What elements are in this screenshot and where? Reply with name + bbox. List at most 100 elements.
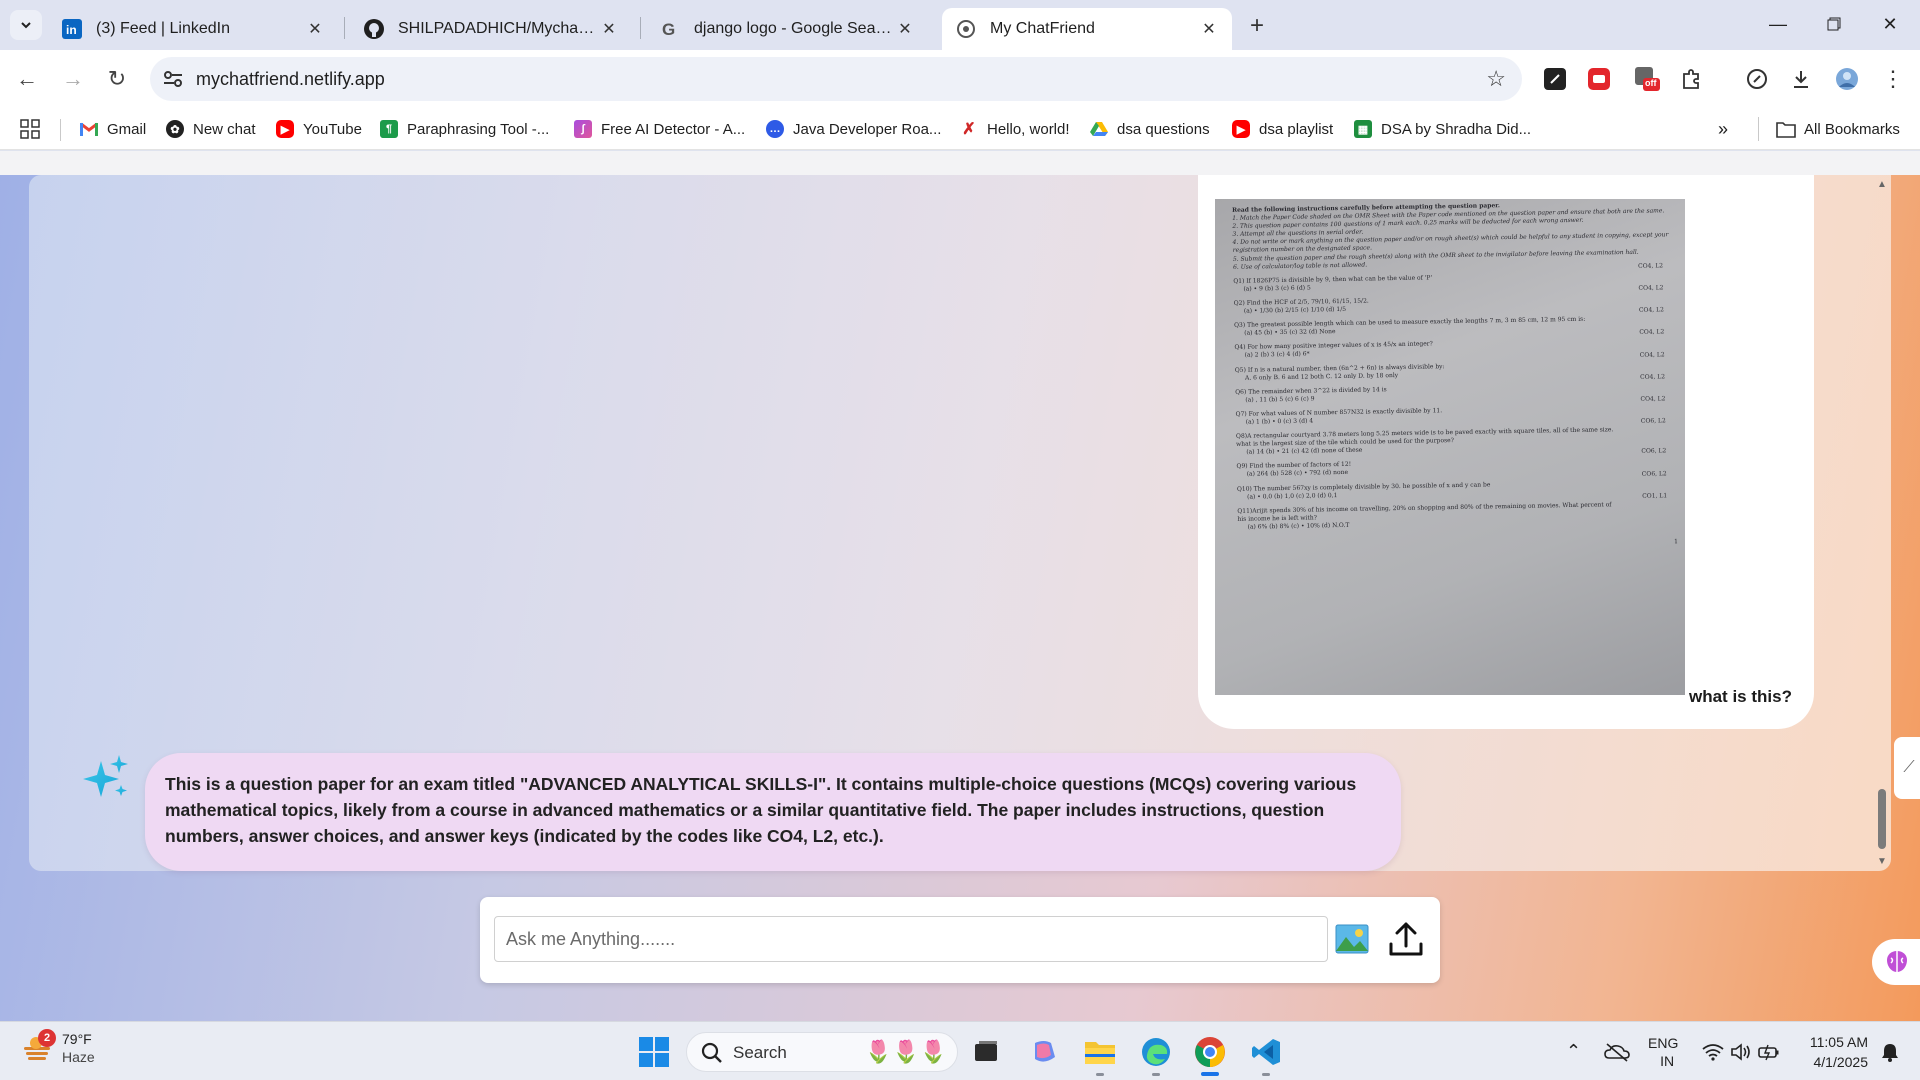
- close-icon[interactable]: ✕: [894, 18, 916, 40]
- onedrive-icon[interactable]: [1604, 1022, 1630, 1080]
- task-view-button[interactable]: [968, 1034, 1004, 1070]
- chrome-button[interactable]: [1192, 1034, 1228, 1070]
- weather-widget[interactable]: 2 79°F Haze: [22, 1029, 95, 1066]
- brain-assistant-icon[interactable]: [1872, 939, 1920, 985]
- image-upload-icon[interactable]: [1334, 921, 1370, 957]
- question-item: CO4, L2 Q3) The greatest possible length …: [1234, 306, 1674, 338]
- tab-github[interactable]: SHILPADADHICH/MychatBot: I ✕: [350, 8, 632, 50]
- chat-page: Read the following instructions carefull…: [0, 151, 1920, 1021]
- tab-google-search[interactable]: G django logo - Google Search ✕: [646, 8, 928, 50]
- file-explorer-button[interactable]: [1082, 1034, 1118, 1070]
- course-outcome-code: CO4, L2: [1638, 262, 1664, 270]
- scrollbar-thumb[interactable]: [1878, 789, 1886, 849]
- restore-button[interactable]: [1806, 0, 1862, 48]
- bookmark-paraphrasing-tool[interactable]: ¶ Paraphrasing Tool -...: [380, 118, 549, 140]
- windows-start-button[interactable]: [636, 1034, 672, 1070]
- weather-badge: 2: [38, 1029, 56, 1047]
- bookmark-java-developer[interactable]: … Java Developer Roa...: [766, 118, 941, 140]
- notifications-icon[interactable]: [1880, 1022, 1900, 1080]
- running-indicator: [1262, 1073, 1270, 1076]
- restore-icon: [1827, 17, 1841, 31]
- extension-off-icon[interactable]: off: [1634, 66, 1660, 92]
- battery-icon[interactable]: [1758, 1022, 1780, 1080]
- chat-scrollbar[interactable]: ▲ ▼: [1874, 175, 1890, 871]
- question-item: CO4, L2 Q7) For what values of N number 8…: [1236, 395, 1676, 427]
- user-message-text: what is this?: [1689, 687, 1792, 706]
- folder-icon: [1085, 1042, 1115, 1064]
- arrow-right-icon: →: [62, 66, 84, 91]
- github-icon: [364, 19, 384, 39]
- close-icon: ✕: [1882, 13, 1898, 34]
- browser-toolbar: ← → ↻ mychatfriend.netlify.app ☆ off ⋮: [0, 50, 1920, 108]
- scroll-up-icon[interactable]: ▲: [1877, 179, 1887, 190]
- apps-grid-button[interactable]: [20, 118, 40, 140]
- volume-icon[interactable]: [1730, 1022, 1752, 1080]
- scroll-down-icon[interactable]: ▼: [1877, 856, 1887, 867]
- side-panel-toggle[interactable]: ⟋: [1894, 737, 1920, 799]
- bookmark-youtube[interactable]: ▶ YouTube: [276, 118, 362, 140]
- tab-search-button[interactable]: [10, 10, 42, 40]
- tulips-icon: 🌷🌷🌷: [864, 1039, 947, 1064]
- bookmark-new-chat[interactable]: ✿ New chat: [166, 118, 256, 140]
- chevron-up-icon: ⌃: [1566, 1041, 1582, 1061]
- minimize-button[interactable]: —: [1750, 0, 1806, 48]
- clock[interactable]: 11:05 AM 4/1/2025: [1800, 1022, 1868, 1080]
- question-item: CO6, L2 Q9) Find the number of factors of…: [1236, 448, 1676, 479]
- taskbar-search-box[interactable]: Search 🌷🌷🌷: [686, 1032, 958, 1072]
- bookmark-star-icon[interactable]: ☆: [1486, 66, 1506, 92]
- copilot-button[interactable]: [1026, 1034, 1062, 1070]
- send-upload-button[interactable]: [1384, 917, 1428, 961]
- bookmark-label: dsa questions: [1117, 120, 1210, 138]
- extension-badge: off: [1645, 78, 1657, 88]
- extension-red-icon[interactable]: [1586, 66, 1612, 92]
- running-indicator: [1152, 1073, 1160, 1076]
- course-outcome-code: CO4, L2: [1640, 395, 1666, 403]
- performance-icon[interactable]: [1744, 66, 1770, 92]
- close-icon[interactable]: ✕: [1198, 18, 1220, 40]
- task-view-icon: [975, 1041, 997, 1061]
- bookmark-ai-detector[interactable]: ∫ Free AI Detector - A...: [574, 118, 745, 140]
- reload-button[interactable]: ↻: [100, 62, 134, 96]
- region-code: IN: [1660, 1052, 1675, 1069]
- all-bookmarks-button[interactable]: All Bookmarks: [1776, 118, 1900, 140]
- forward-button[interactable]: →: [56, 62, 90, 96]
- bookmark-gmail[interactable]: Gmail: [80, 118, 146, 140]
- bookmark-label: Hello, world!: [987, 120, 1070, 138]
- tab-linkedin[interactable]: in (3) Feed | LinkedIn ✕: [48, 8, 338, 50]
- puzzle-icon[interactable]: [1678, 66, 1704, 92]
- more-bookmarks-button[interactable]: »: [1718, 118, 1728, 140]
- profile-avatar[interactable]: [1834, 66, 1860, 92]
- bookmark-dsa-playlist[interactable]: ▶ dsa playlist: [1232, 118, 1333, 140]
- linkedin-icon: in: [62, 19, 82, 39]
- edge-button[interactable]: [1138, 1034, 1174, 1070]
- bookmark-label: Paraphrasing Tool -...: [407, 120, 550, 138]
- bookmark-dsa-questions[interactable]: dsa questions: [1090, 118, 1210, 140]
- course-outcome-code: CO6, L2: [1641, 469, 1667, 478]
- show-hidden-icons-button[interactable]: ⌃: [1566, 1022, 1581, 1080]
- bookmark-label: YouTube: [303, 120, 362, 138]
- extension-icon[interactable]: [1542, 66, 1568, 92]
- wifi-icon[interactable]: [1702, 1022, 1724, 1080]
- arrow-left-icon: ←: [16, 66, 38, 91]
- message-input[interactable]: [494, 916, 1328, 962]
- back-button[interactable]: ←: [10, 62, 44, 96]
- close-icon[interactable]: ✕: [304, 18, 326, 40]
- bookmark-separator: [1758, 117, 1759, 141]
- bookmark-dsa-shradha[interactable]: ▦ DSA by Shradha Did...: [1354, 118, 1531, 140]
- new-tab-button[interactable]: +: [1242, 12, 1272, 40]
- language-indicator[interactable]: ENG IN: [1648, 1022, 1678, 1080]
- language-code: ENG: [1648, 1034, 1679, 1051]
- course-outcome-code: CO4, L2: [1640, 373, 1666, 381]
- vscode-button[interactable]: [1248, 1034, 1284, 1070]
- address-bar[interactable]: mychatfriend.netlify.app ☆: [150, 57, 1522, 101]
- close-icon[interactable]: ✕: [598, 18, 620, 40]
- download-icon[interactable]: [1788, 66, 1814, 92]
- chat-history-panel[interactable]: Read the following instructions carefull…: [29, 175, 1891, 871]
- close-window-button[interactable]: ✕: [1862, 0, 1918, 48]
- sheets-icon: ▦: [1354, 120, 1372, 138]
- tab-my-chatfriend[interactable]: My ChatFriend ✕: [942, 8, 1232, 50]
- upload-icon: [1389, 922, 1423, 956]
- bookmark-label: DSA by Shradha Did...: [1381, 120, 1532, 138]
- bookmark-hello-world[interactable]: ✗ Hello, world!: [960, 118, 1070, 140]
- menu-kebab-icon[interactable]: ⋮: [1880, 66, 1906, 92]
